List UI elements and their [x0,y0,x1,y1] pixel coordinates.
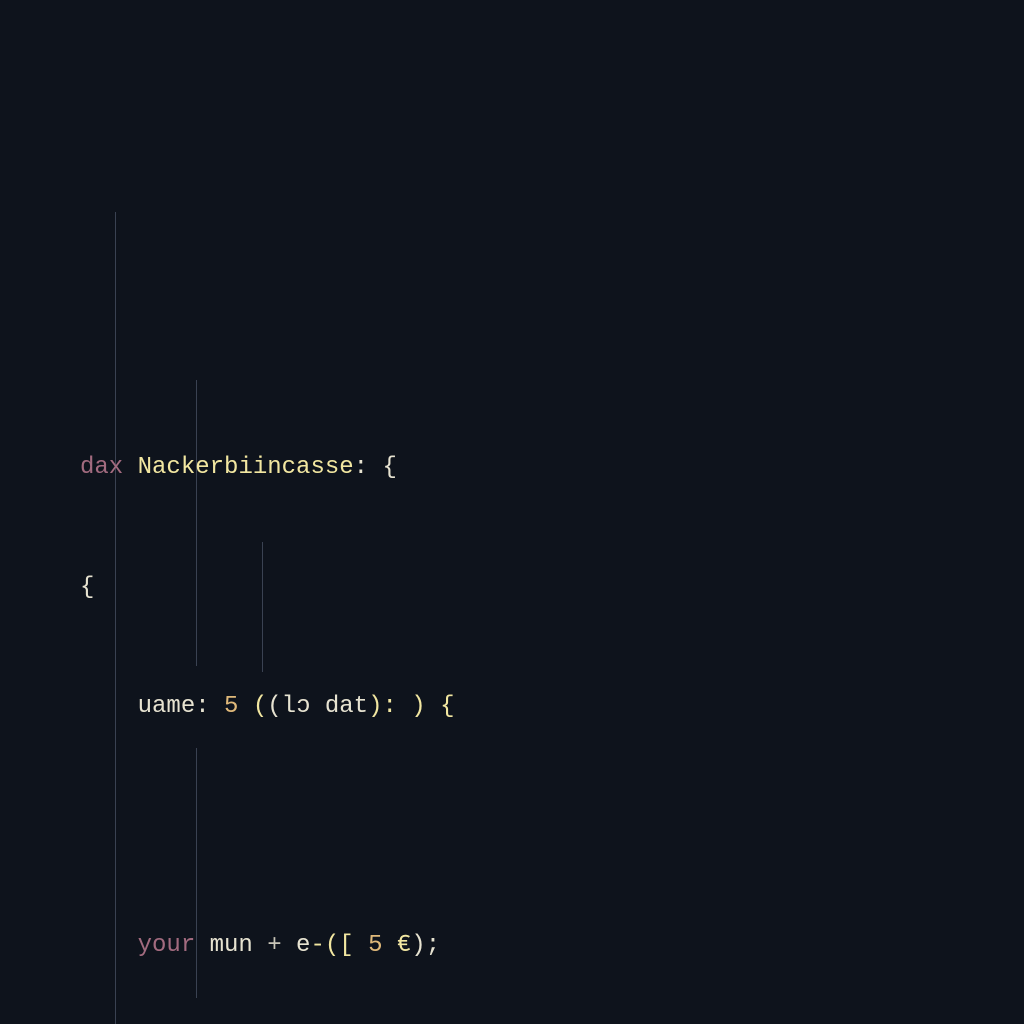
code-line: dax Nackerbiincasse: { [80,448,1024,488]
code-line [80,807,1024,847]
code-block: dax Nackerbiincasse: { { uame: 5 ((lɔ da… [80,170,1024,1024]
code-editor[interactable]: dax Nackerbiincasse: { { uame: 5 ((lɔ da… [0,0,1024,1024]
code-line: { [80,568,1024,608]
code-line: your mun + e-([ 5 €); [80,926,1024,966]
code-line: uame: 5 ((lɔ dat): ) { [80,687,1024,727]
